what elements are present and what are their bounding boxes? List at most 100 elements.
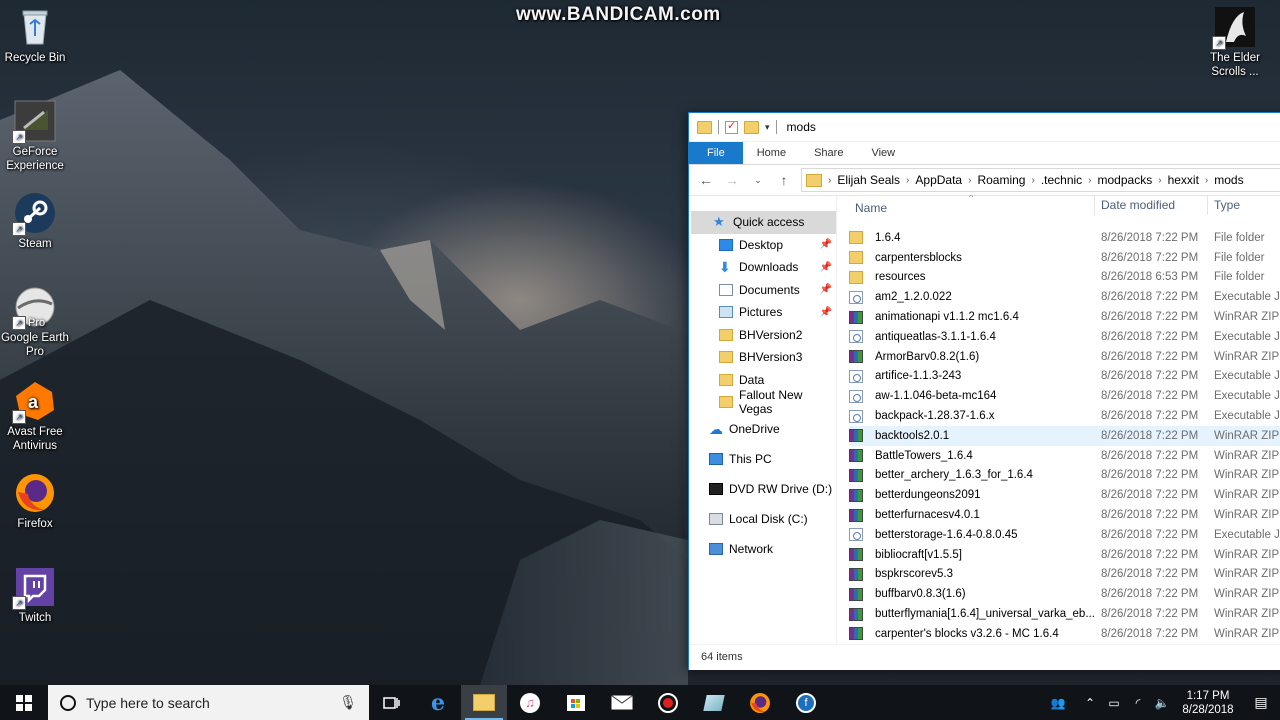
new-folder-icon[interactable] bbox=[744, 120, 759, 134]
nav-folder-fallout-new-vegas[interactable]: Fallout New Vegas bbox=[689, 388, 836, 416]
file-row[interactable]: carpentersblocks 8/26/2018 7:22 PM File fo… bbox=[849, 248, 1280, 268]
forward-arrow-icon[interactable]: → bbox=[723, 172, 741, 188]
desktop-icon-steam[interactable]: ↗ Steam bbox=[0, 192, 70, 251]
jar-icon bbox=[849, 369, 863, 383]
taskbar-app-card[interactable] bbox=[691, 685, 737, 720]
desktop-icon-avast[interactable]: a ↗ Avast Free Antivirus bbox=[0, 380, 70, 453]
shortcut-arrow-icon: ↗ bbox=[12, 316, 26, 330]
taskbar-bandicam[interactable] bbox=[645, 685, 691, 720]
file-row[interactable]: am2_1.2.0.022 8/26/2018 7:22 PM Executable… bbox=[849, 287, 1280, 307]
breadcrumb-item[interactable]: AppData bbox=[915, 173, 962, 187]
file-date-modified: 8/26/2018 7:22 PM bbox=[1101, 390, 1199, 403]
taskbar-store[interactable] bbox=[553, 685, 599, 720]
file-row[interactable]: betterdungeons2091 8/26/2018 7:22 PM WinRA… bbox=[849, 485, 1280, 505]
tab-share[interactable]: Share bbox=[800, 142, 857, 164]
properties-icon[interactable] bbox=[725, 119, 738, 134]
file-row[interactable]: bspkrscorev5.3 8/26/2018 7:22 PM WinRAR ZI… bbox=[849, 565, 1280, 585]
file-row[interactable]: better_archery_1.6.3_for_1.6.4 8/26/2018 … bbox=[849, 466, 1280, 486]
file-row[interactable]: betterfurnacesv4.0.1 8/26/2018 7:22 PM Win… bbox=[849, 505, 1280, 525]
desktop-icon-geforce-experience[interactable]: ↗ GeForce Experience bbox=[0, 100, 70, 173]
file-row[interactable]: betterstorage-1.6.4-0.8.0.45 8/26/2018 7:… bbox=[849, 525, 1280, 545]
nav-onedrive[interactable]: ☁ OneDrive bbox=[689, 414, 836, 444]
show-hidden-icons-chevron-icon[interactable]: ⌃ bbox=[1078, 696, 1102, 710]
tab-file[interactable]: File bbox=[689, 142, 743, 164]
address-row: ← → ⌄ ↑ › Elijah Seals › AppData › Roami… bbox=[689, 165, 1280, 196]
tab-view[interactable]: View bbox=[857, 142, 909, 164]
file-row[interactable]: BattleTowers_1.6.4 8/26/2018 7:22 PM WinRA… bbox=[849, 446, 1280, 466]
file-row[interactable]: buffbarv0.8.3(1.6) 8/26/2018 7:22 PM WinRA… bbox=[849, 584, 1280, 604]
task-view-button[interactable] bbox=[369, 685, 415, 720]
nav-desktop[interactable]: Desktop 📌 bbox=[689, 234, 836, 257]
breadcrumb-item[interactable]: .technic bbox=[1041, 173, 1082, 187]
tab-home[interactable]: Home bbox=[743, 142, 800, 164]
back-arrow-icon[interactable]: ← bbox=[697, 172, 715, 188]
file-row[interactable]: ArmorBarv0.8.2(1.6) 8/26/2018 7:22 PM WinR… bbox=[849, 347, 1280, 367]
taskbar-itunes[interactable]: ♫ bbox=[507, 685, 553, 720]
recent-locations-chevron-icon[interactable]: ⌄ bbox=[749, 175, 767, 186]
desktop-icon-elder-scrolls[interactable]: ↗ The Elder Scrolls ... bbox=[1200, 6, 1270, 79]
file-row[interactable]: artifice-1.1.3-243 8/26/2018 7:22 PM Execu… bbox=[849, 367, 1280, 387]
taskbar-edge[interactable]: e bbox=[415, 685, 461, 720]
wifi-icon[interactable]: ◜ bbox=[1126, 696, 1150, 710]
breadcrumb-item[interactable]: mods bbox=[1214, 173, 1243, 187]
customize-toolbar-chevron-icon[interactable]: ▾ bbox=[765, 122, 770, 133]
card-app-icon bbox=[703, 694, 725, 711]
shortcut-arrow-icon: ↗ bbox=[12, 222, 26, 236]
nav-network[interactable]: Network bbox=[689, 534, 836, 564]
file-date-modified: 8/26/2018 7:22 PM bbox=[1101, 568, 1199, 581]
column-header-type[interactable]: Type bbox=[1207, 195, 1240, 215]
nav-downloads[interactable]: ⬇ Downloads 📌 bbox=[689, 256, 836, 279]
file-list-pane: ^ Name Date modified Type 1.6.4 8/26/2018… bbox=[837, 195, 1280, 645]
nav-folder-bhversion3[interactable]: BHVersion3 bbox=[689, 346, 836, 369]
file-type: WinRAR ZIP a bbox=[1214, 449, 1280, 462]
column-header-date-modified[interactable]: Date modified bbox=[1094, 195, 1175, 215]
column-header-name[interactable]: Name bbox=[855, 201, 887, 215]
taskbar-file-explorer[interactable] bbox=[461, 685, 507, 720]
taskbar-search-box[interactable]: Type here to search 🎙 bbox=[48, 685, 369, 720]
up-arrow-icon[interactable]: ↑ bbox=[775, 172, 793, 188]
folder-icon bbox=[849, 251, 863, 265]
address-bar[interactable]: › Elijah Seals › AppData › Roaming › .te… bbox=[801, 168, 1280, 192]
taskbar-mail[interactable] bbox=[599, 685, 645, 720]
file-row[interactable]: backpack-1.28.37-1.6.x 8/26/2018 7:22 PM E… bbox=[849, 406, 1280, 426]
folder-icon bbox=[697, 120, 712, 134]
desktop-icon-firefox[interactable]: Firefox bbox=[0, 472, 70, 531]
desktop-icon-twitch[interactable]: ↗ Twitch bbox=[0, 566, 70, 625]
file-row[interactable]: antiqueatlas-3.1.1-1.6.4 8/26/2018 7:22 P… bbox=[849, 327, 1280, 347]
desktop-icon-recycle-bin[interactable]: Recycle Bin bbox=[0, 6, 70, 65]
action-center-icon[interactable]: ▤ bbox=[1242, 694, 1280, 711]
firefox-icon bbox=[750, 692, 770, 713]
file-date-modified: 8/26/2018 7:22 PM bbox=[1101, 627, 1199, 640]
nav-label: DVD RW Drive (D:) KC bbox=[729, 481, 836, 496]
people-icon[interactable]: 👥 bbox=[1046, 696, 1070, 710]
nav-documents[interactable]: Documents 📌 bbox=[689, 279, 836, 302]
nav-dvd-drive[interactable]: DVD RW Drive (D:) KC bbox=[689, 474, 836, 504]
file-row[interactable]: 1.6.4 8/26/2018 7:22 PM File folder bbox=[849, 228, 1280, 248]
breadcrumb-item[interactable]: hexxit bbox=[1168, 173, 1199, 187]
volume-icon[interactable]: 🔈 bbox=[1150, 696, 1174, 710]
desktop-icon-google-earth-pro[interactable]: Pro ↗ Google Earth Pro bbox=[0, 286, 70, 359]
breadcrumb-item[interactable]: Roaming bbox=[977, 173, 1025, 187]
file-row[interactable]: backtools2.0.1 8/26/2018 7:22 PM WinRAR ZI… bbox=[849, 426, 1280, 446]
power-icon[interactable]: ▭ bbox=[1102, 696, 1126, 710]
nav-local-disk[interactable]: Local Disk (C:) bbox=[689, 504, 836, 534]
taskbar-firefox[interactable] bbox=[737, 685, 783, 720]
nav-pictures[interactable]: Pictures 📌 bbox=[689, 301, 836, 324]
clock[interactable]: 1:17 PM 8/28/2018 bbox=[1174, 689, 1242, 717]
winrar-icon bbox=[849, 627, 863, 641]
breadcrumb-item[interactable]: modpacks bbox=[1098, 173, 1153, 187]
nav-quick-access[interactable]: ★ Quick access bbox=[691, 211, 836, 234]
taskbar-app-blue[interactable]: f bbox=[783, 685, 829, 720]
nav-folder-bhversion2[interactable]: BHVersion2 bbox=[689, 324, 836, 347]
microphone-icon[interactable]: 🎙 bbox=[339, 694, 357, 711]
file-type: WinRAR ZIP a bbox=[1214, 568, 1280, 581]
file-row[interactable]: bibliocraft[v1.5.5] 8/26/2018 7:22 PM WinR… bbox=[849, 545, 1280, 565]
file-row[interactable]: resources 8/26/2018 6:53 PM File folder bbox=[849, 268, 1280, 288]
file-row[interactable]: animationapi v1.1.2 mc1.6.4 8/26/2018 7:2… bbox=[849, 307, 1280, 327]
file-row[interactable]: aw-1.1.046-beta-mc164 8/26/2018 7:22 PM Ex… bbox=[849, 386, 1280, 406]
breadcrumb-item[interactable]: Elijah Seals bbox=[837, 173, 900, 187]
start-button[interactable] bbox=[0, 685, 48, 720]
file-row[interactable]: butterflymania[1.6.4]_universal_varka_eb… bbox=[849, 604, 1280, 624]
file-row[interactable]: carpenter's blocks v3.2.6 - MC 1.6.4 8/26… bbox=[849, 624, 1280, 644]
nav-this-pc[interactable]: This PC bbox=[689, 444, 836, 474]
